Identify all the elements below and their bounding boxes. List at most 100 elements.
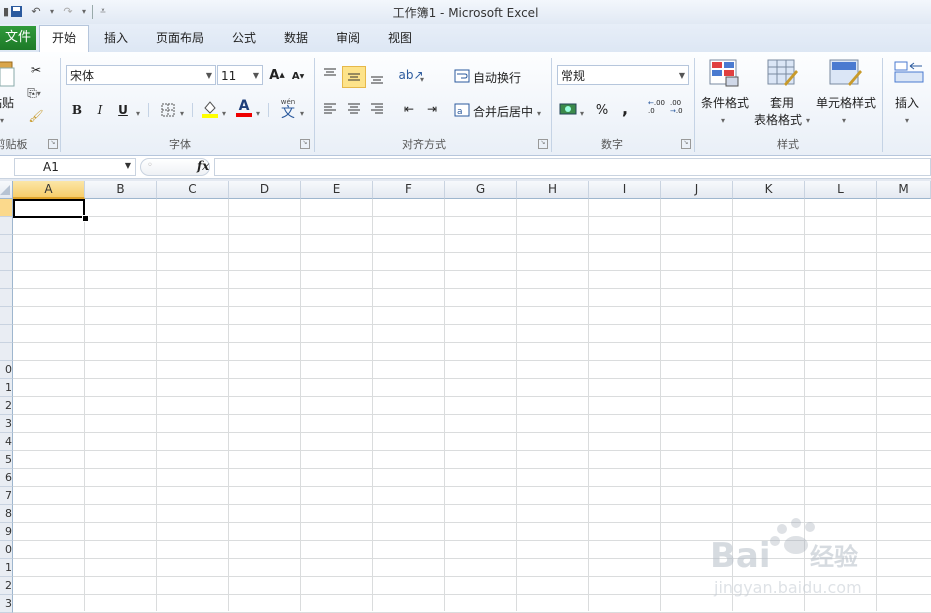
increase-indent-icon[interactable]: ⇥ [422,99,442,119]
conditional-format-dropdown-icon[interactable]: ▾ [721,112,725,126]
row-header[interactable] [0,235,13,253]
orientation-dropdown-icon[interactable]: ▾ [420,71,424,85]
align-right-icon[interactable] [367,99,387,119]
grow-font-icon[interactable]: A ▲ [267,65,287,85]
row-header[interactable]: 3 [0,415,13,433]
insert-function-icon[interactable]: fx [197,159,209,173]
alignment-launcher-icon[interactable]: ↘ [538,139,548,149]
column-header-i[interactable]: I [589,181,661,199]
formula-input[interactable] [214,158,931,176]
cell-styles-button[interactable]: 单元格样式 [814,94,878,111]
name-box[interactable]: A1 ▼ [14,158,136,176]
format-as-table-icon[interactable] [766,58,798,88]
font-launcher-icon[interactable]: ↘ [300,139,310,149]
paste-icon[interactable] [0,58,16,88]
border-icon[interactable] [158,100,178,120]
decrease-indent-icon[interactable]: ⇤ [399,99,419,119]
row-header[interactable]: 9 [0,523,13,541]
align-top-icon[interactable] [320,64,340,84]
column-header-f[interactable]: F [373,181,445,199]
font-size-combo[interactable]: 11 ▼ [217,65,263,85]
font-color-dropdown-icon[interactable]: ▾ [256,105,260,119]
format-as-table-dropdown-icon[interactable]: ▾ [806,112,810,126]
cut-icon[interactable]: ✂ [26,60,46,80]
row-header[interactable] [0,343,13,361]
format-painter-icon[interactable]: 🖌 [26,106,46,126]
row-header[interactable] [0,253,13,271]
align-center-icon[interactable] [344,99,364,119]
column-header-a[interactable]: A [13,181,85,199]
column-header-b[interactable]: B [85,181,157,199]
insert-cells-dropdown-icon[interactable]: ▾ [905,112,909,126]
italic-button[interactable]: I [90,100,110,120]
conditional-format-button[interactable]: 条件格式 [698,94,752,111]
column-header-d[interactable]: D [229,181,301,199]
phonetic-dropdown-icon[interactable]: ▾ [300,105,304,119]
orientation-icon[interactable]: ab↗ [398,65,423,85]
row-header[interactable] [0,307,13,325]
tab-page-layout[interactable]: 页面布局 [148,26,212,52]
align-middle-icon[interactable] [342,66,366,88]
row-header[interactable] [0,217,13,235]
tab-data[interactable]: 数据 [276,26,316,52]
row-header[interactable] [0,289,13,307]
tab-view[interactable]: 视图 [380,26,420,52]
clipboard-launcher-icon[interactable]: ↘ [48,139,58,149]
row-header[interactable]: 4 [0,433,13,451]
tab-home[interactable]: 开始 [39,25,89,52]
fill-handle[interactable] [82,215,89,222]
font-color-button[interactable]: A [234,98,254,118]
number-format-combo[interactable]: 常规 ▼ [557,65,689,85]
tab-review[interactable]: 审阅 [328,26,368,52]
insert-cells-button[interactable]: 插入 [892,94,922,111]
fill-color-dropdown-icon[interactable]: ▾ [222,105,226,119]
number-launcher-icon[interactable]: ↘ [681,139,691,149]
row-header[interactable]: 2 [0,397,13,415]
active-cell[interactable] [13,199,85,218]
cell-styles-icon[interactable] [828,58,862,88]
row-header[interactable]: 0 [0,541,13,559]
column-header-l[interactable]: L [805,181,877,199]
row-header[interactable] [0,325,13,343]
row-header[interactable]: 6 [0,469,13,487]
row-header[interactable]: 5 [0,451,13,469]
column-header-k[interactable]: K [733,181,805,199]
row-header[interactable]: 2 [0,577,13,595]
accounting-dropdown-icon[interactable]: ▾ [580,105,584,119]
column-header-e[interactable]: E [301,181,373,199]
column-header-m[interactable]: M [877,181,931,199]
align-left-icon[interactable] [320,99,340,119]
comma-style-button[interactable]: , [615,98,635,118]
tab-file[interactable]: 文件 [0,26,36,50]
row-header[interactable]: 8 [0,505,13,523]
row-header[interactable]: 1 [0,379,13,397]
column-header-j[interactable]: J [661,181,733,199]
tab-formulas[interactable]: 公式 [224,26,264,52]
increase-decimal-button[interactable]: ←.00.0 [648,99,668,119]
copy-icon[interactable]: ⎘ ▾ [24,83,44,103]
merge-dropdown-icon[interactable]: ▾ [537,105,541,119]
cell-styles-dropdown-icon[interactable]: ▾ [842,112,846,126]
row-header[interactable]: 1 [0,559,13,577]
row-header[interactable]: 3 [0,595,13,613]
font-name-combo[interactable]: 宋体 ▼ [66,65,216,85]
row-header[interactable] [0,271,13,289]
paste-dropdown-icon[interactable]: ▾ [0,112,4,126]
row-header[interactable]: 7 [0,487,13,505]
column-header-c[interactable]: C [157,181,229,199]
wrap-text-button[interactable]: 自动换行 [473,69,521,86]
phonetic-guide-button[interactable]: wén 文 [278,98,298,120]
accounting-format-icon[interactable] [558,99,578,119]
insert-cells-icon[interactable] [894,60,924,86]
underline-button[interactable]: U [113,100,133,120]
resize-handle-icon[interactable]: ◦ [147,160,153,171]
conditional-format-icon[interactable] [708,58,740,88]
bold-button[interactable]: B [67,100,87,120]
column-header-h[interactable]: H [517,181,589,199]
format-as-table-line2[interactable]: 表格格式 [752,111,804,128]
row-header[interactable] [0,199,13,217]
format-as-table-line1[interactable]: 套用 [760,94,804,111]
underline-dropdown-icon[interactable]: ▾ [136,105,140,119]
tab-insert[interactable]: 插入 [96,26,136,52]
shrink-font-icon[interactable]: A ▼ [288,66,308,86]
